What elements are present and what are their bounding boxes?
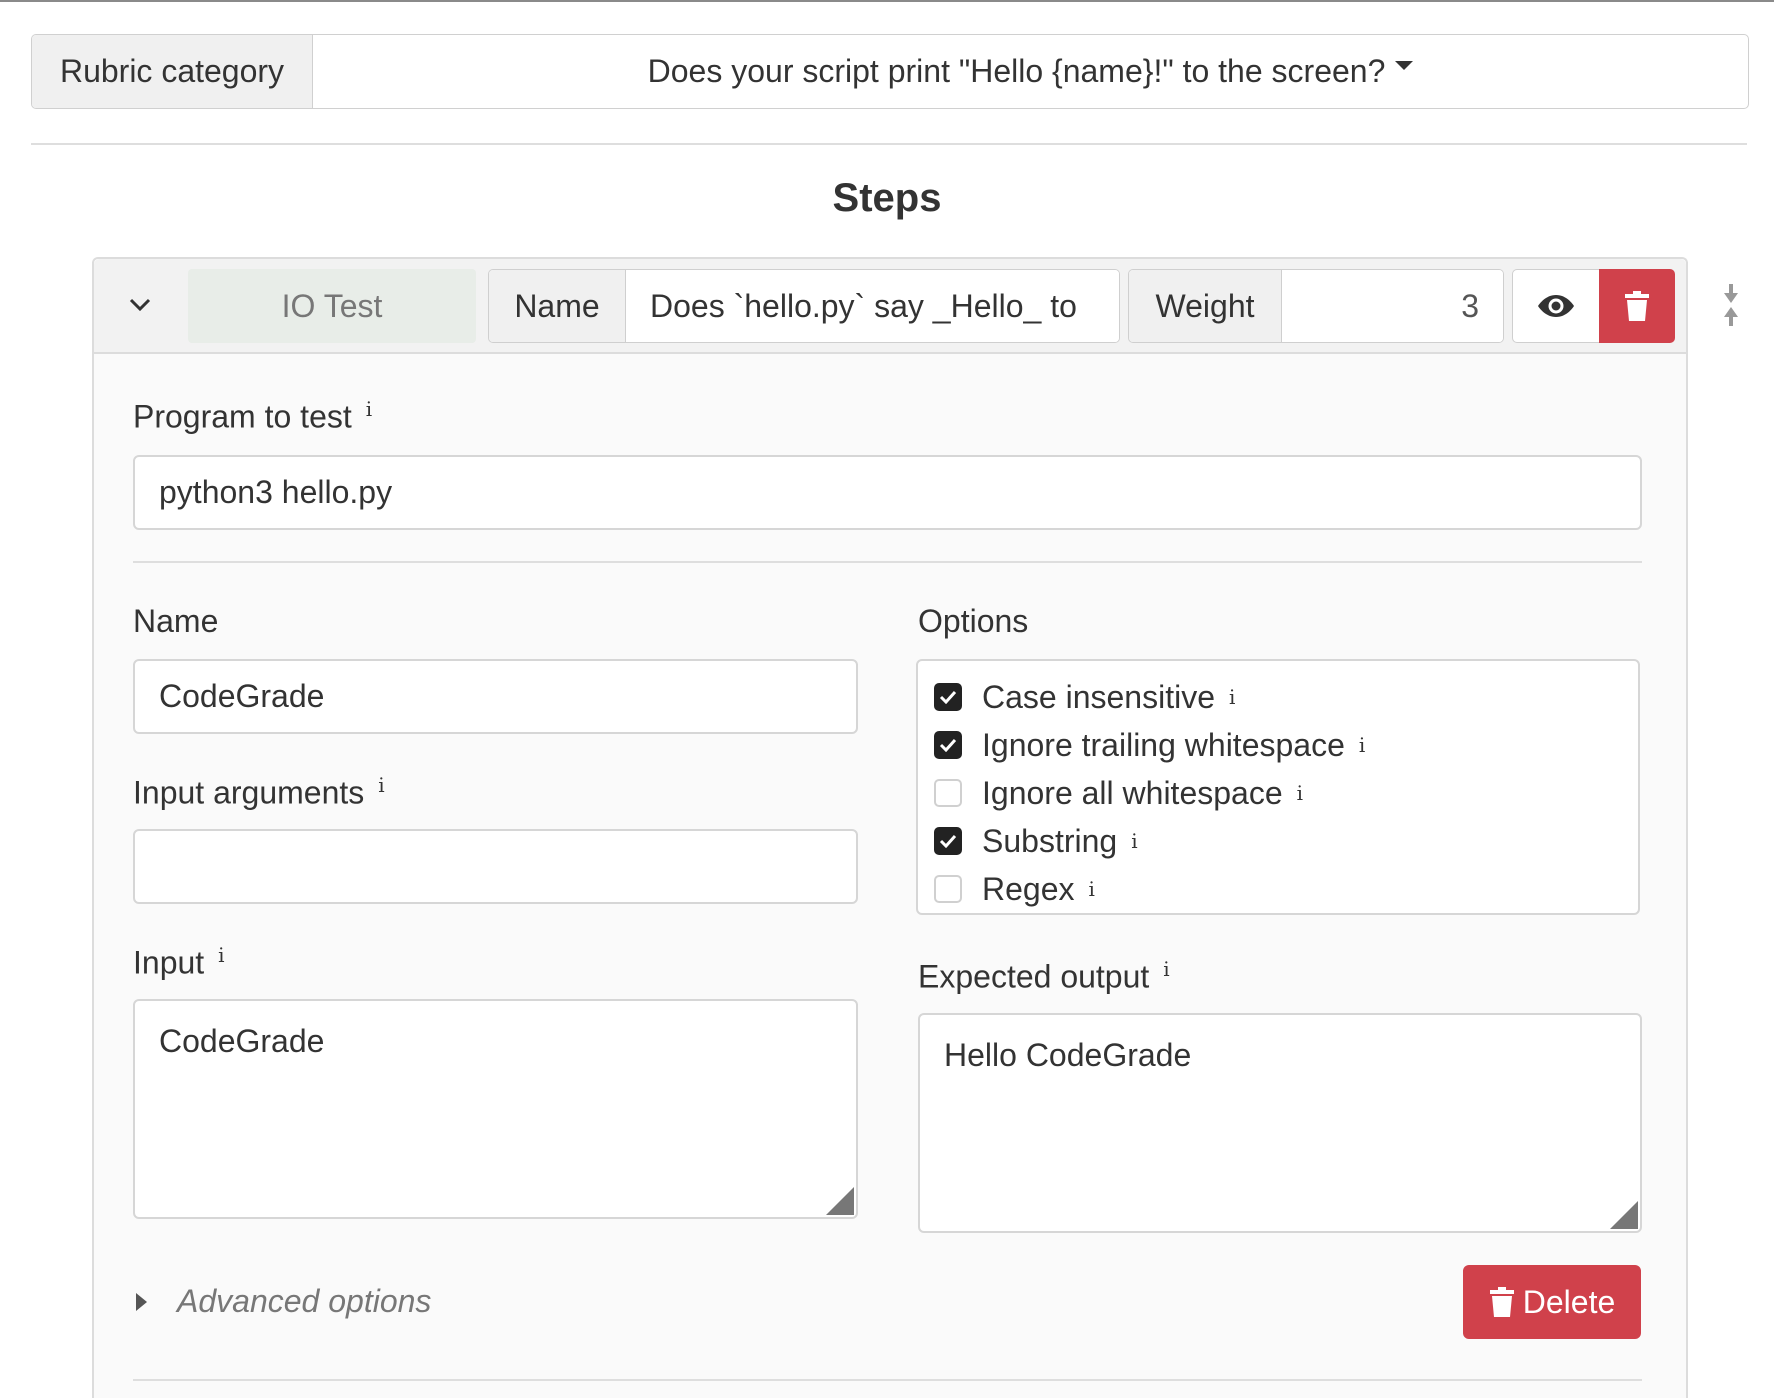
caret-down-icon [1395,61,1414,70]
trash-icon [1625,291,1649,321]
divider [133,1379,1642,1381]
step-name-label: Name [489,270,626,342]
option-label: Substring [982,822,1118,859]
option-ignore-trailing-whitespace[interactable]: Ignore trailing whitespace i [918,721,1638,769]
option-label: Ignore all whitespace [982,774,1283,811]
divider [31,143,1747,145]
step-weight-input[interactable]: 3 [1282,270,1503,342]
window-top-border [0,0,1774,2]
checkbox-checked-icon[interactable] [934,731,962,759]
info-icon[interactable]: i [1131,829,1137,853]
input-arguments-label: Input arguments i [133,773,385,812]
info-icon[interactable]: i [1229,685,1235,709]
case-name-label: Name [133,603,219,639]
checkbox-checked-icon[interactable] [934,683,962,711]
expected-output-label: Expected output i [918,957,1170,996]
step-weight-group: Weight 3 [1128,269,1504,343]
program-label: Program to test i [133,397,372,436]
resize-handle-icon[interactable] [826,1187,854,1215]
rubric-category-label: Rubric category [32,35,313,108]
input-textarea-value: CodeGrade [159,1023,325,1059]
steps-heading: Steps [832,176,942,220]
delete-label: Delete [1522,1283,1616,1320]
step-type-badge: IO Test [188,269,476,343]
rubric-category-dropdown[interactable]: Does your script print "Hello {name}!" t… [313,35,1748,108]
option-label: Case insensitive [982,678,1215,715]
program-label-text: Program to test [133,398,352,435]
rubric-category-value: Does your script print "Hello {name}!" t… [647,53,1386,89]
info-icon[interactable]: i [1089,877,1095,901]
input-arguments-input[interactable] [133,829,858,904]
option-case-insensitive[interactable]: Case insensitive i [918,673,1638,721]
delete-step-button[interactable] [1599,269,1675,343]
info-icon[interactable]: i [366,397,372,421]
option-ignore-all-whitespace[interactable]: Ignore all whitespace i [918,769,1638,817]
info-icon[interactable]: i [1297,781,1303,805]
option-label: Ignore trailing whitespace [982,726,1345,763]
checkbox-unchecked-icon[interactable] [934,779,962,807]
step-header: IO Test Name Does `hello.py` say _Hello_… [94,259,1686,354]
option-substring[interactable]: Substring i [918,817,1638,865]
toggle-visibility-button[interactable] [1512,269,1600,343]
case-name-input[interactable]: CodeGrade [133,659,858,734]
step-weight-label: Weight [1129,270,1282,342]
resize-handle-icon[interactable] [1610,1201,1638,1229]
info-icon[interactable]: i [378,773,384,797]
option-label: Regex [982,870,1075,907]
chevron-down-icon[interactable] [122,287,158,323]
info-icon[interactable]: i [218,943,224,967]
input-textarea[interactable]: CodeGrade [133,999,858,1219]
step-name-input[interactable]: Does `hello.py` say _Hello_ to [626,270,1119,342]
checkbox-checked-icon[interactable] [934,827,962,855]
drag-handle-icon[interactable] [1716,280,1746,330]
expected-output-label-text: Expected output [918,958,1150,995]
options-label: Options [918,603,1029,639]
input-label-text: Input [133,944,205,981]
advanced-options-label: Advanced options [177,1283,432,1319]
info-icon[interactable]: i [1359,733,1365,757]
program-input[interactable]: python3 hello.py [133,455,1642,530]
rubric-category-group: Rubric category Does your script print "… [31,34,1749,109]
step-name-group: Name Does `hello.py` say _Hello_ to [488,269,1120,343]
input-label: Input i [133,943,225,982]
input-arguments-label-text: Input arguments [133,774,365,811]
info-icon[interactable]: i [1163,957,1169,981]
expected-output-value: Hello CodeGrade [944,1037,1192,1073]
delete-case-button[interactable]: Delete [1463,1265,1641,1339]
option-regex[interactable]: Regex i [918,865,1638,913]
caret-right-icon [136,1292,147,1311]
checkbox-unchecked-icon[interactable] [934,875,962,903]
trash-icon [1489,1287,1514,1317]
options-list: Case insensitive i Ignore trailing whites… [916,659,1640,915]
divider [133,561,1642,563]
advanced-options-toggle[interactable]: Advanced options [136,1283,431,1320]
eye-icon [1538,295,1574,317]
expected-output-textarea[interactable]: Hello CodeGrade [918,1013,1642,1233]
